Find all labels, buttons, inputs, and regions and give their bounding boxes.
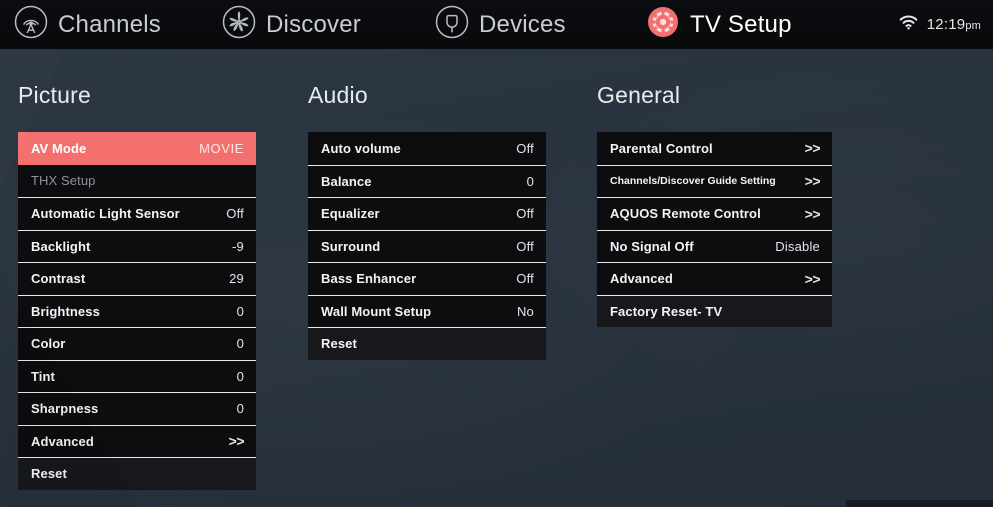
settings-row[interactable]: Surround Off <box>308 229 546 262</box>
clock: 12:19pm <box>927 16 981 33</box>
gear-icon <box>646 5 680 44</box>
settings-row[interactable]: Automatic Light Sensor Off <box>18 197 256 230</box>
settings-row[interactable]: Auto volume Off <box>308 132 546 165</box>
settings-row-label: Reset <box>321 336 357 352</box>
settings-row-value: Off <box>516 206 534 222</box>
settings-row-value: Disable <box>775 238 820 254</box>
settings-column-picture: Picture AV Mode MOVIE THX Setup Automatic L… <box>18 82 256 490</box>
nav-label-tv-setup: TV Setup <box>690 10 792 38</box>
settings-row-value: MOVIE <box>199 140 244 156</box>
settings-row-value: 29 <box>229 271 244 287</box>
settings-row-value: 0 <box>236 368 244 384</box>
nav-label-channels: Channels <box>58 10 162 38</box>
submenu-chevron-icon: >> <box>804 270 821 287</box>
submenu-chevron-icon: >> <box>228 433 245 450</box>
wifi-icon <box>899 15 918 35</box>
settings-row-value: Off <box>516 271 534 287</box>
settings-row-label: Backlight <box>31 238 91 254</box>
settings-column-audio: Audio Auto volume Off Balance 0 Equalizer Off… <box>308 82 546 360</box>
settings-row-value: No <box>516 303 534 319</box>
settings-row-label: Reset <box>31 466 67 482</box>
settings-row-label: Color <box>31 336 66 352</box>
column-title-audio: Audio <box>308 82 368 108</box>
tv-setup-screen: Channels Discover Devices TV Setup 12:19… <box>0 0 993 507</box>
settings-list-audio: Auto volume Off Balance 0 Equalizer Off Surrou… <box>308 132 546 360</box>
settings-row-label: Advanced <box>610 271 673 287</box>
settings-row[interactable]: Balance 0 <box>308 164 546 197</box>
nav-label-discover: Discover <box>266 10 361 38</box>
nav-item-devices[interactable]: Devices <box>435 0 566 49</box>
settings-row-label: AQUOS Remote Control <box>610 206 761 222</box>
settings-row-label: Contrast <box>31 271 86 287</box>
settings-row-label: Balance <box>321 173 372 189</box>
settings-row-value: Off <box>226 206 244 222</box>
settings-row-value: 0 <box>236 401 244 417</box>
settings-row-label: Factory Reset- TV <box>610 303 723 319</box>
settings-row[interactable]: Brightness 0 <box>18 294 256 327</box>
top-navigation-bar: Channels Discover Devices TV Setup 12:19… <box>0 0 993 49</box>
settings-row[interactable]: AV Mode MOVIE <box>18 132 256 165</box>
column-title-general: General <box>597 82 681 108</box>
nav-item-channels[interactable]: Channels <box>14 0 161 49</box>
settings-row-value: 0 <box>526 173 534 189</box>
settings-row[interactable]: Tint 0 <box>18 359 256 392</box>
settings-row-label: Tint <box>31 368 55 384</box>
submenu-chevron-icon: >> <box>804 140 821 157</box>
settings-row[interactable]: Advanced >> <box>18 424 256 457</box>
settings-row-label: AV Mode <box>31 140 87 156</box>
settings-row-label: Bass Enhancer <box>321 271 417 287</box>
pinwheel-flower-icon <box>222 5 256 44</box>
status-area: 12:19pm <box>899 0 981 49</box>
settings-row[interactable]: Backlight -9 <box>18 229 256 262</box>
settings-row-label: Brightness <box>31 303 100 319</box>
plug-connector-icon <box>435 5 469 44</box>
submenu-chevron-icon: >> <box>804 205 821 222</box>
settings-row-label: Sharpness <box>31 401 99 417</box>
nav-label-devices: Devices <box>479 10 566 38</box>
settings-list-general: Parental Control >> Channels/Discover Guid… <box>597 132 832 327</box>
settings-row[interactable]: Color 0 <box>18 327 256 360</box>
settings-row-label: Advanced <box>31 433 94 449</box>
settings-row-value: Off <box>516 238 534 254</box>
settings-row[interactable]: Bass Enhancer Off <box>308 262 546 295</box>
column-title-picture: Picture <box>18 82 91 108</box>
settings-row-value: 0 <box>236 303 244 319</box>
clock-time: 12:19 <box>926 16 966 33</box>
settings-row-label: Equalizer <box>321 206 380 222</box>
settings-row-value: -9 <box>232 238 244 254</box>
settings-row[interactable]: Sharpness 0 <box>18 392 256 425</box>
submenu-chevron-icon: >> <box>804 173 821 190</box>
settings-row[interactable]: Factory Reset- TV <box>597 294 832 327</box>
settings-row[interactable]: Wall Mount Setup No <box>308 294 546 327</box>
nav-item-discover[interactable]: Discover <box>222 0 361 49</box>
nav-item-tv-setup[interactable]: TV Setup <box>646 0 792 49</box>
settings-row[interactable]: Parental Control >> <box>597 132 832 165</box>
settings-row[interactable]: Contrast 29 <box>18 262 256 295</box>
settings-row-label: Wall Mount Setup <box>321 303 432 319</box>
settings-row-label: Surround <box>321 238 381 254</box>
settings-row-label: No Signal Off <box>610 238 694 254</box>
settings-row[interactable]: Reset <box>308 327 546 360</box>
settings-row-label: Parental Control <box>610 140 713 156</box>
settings-row-label: Auto volume <box>321 140 401 156</box>
clock-meridiem: pm <box>965 20 981 32</box>
settings-row[interactable]: THX Setup <box>18 164 256 197</box>
broadcast-antenna-icon <box>14 5 48 44</box>
settings-row[interactable]: No Signal Off Disable <box>597 229 832 262</box>
settings-row-label: Channels/Discover Guide Setting <box>610 175 776 188</box>
settings-row[interactable]: AQUOS Remote Control >> <box>597 197 832 230</box>
settings-row-value: Off <box>516 140 534 156</box>
settings-row[interactable]: Channels/Discover Guide Setting >> <box>597 164 832 197</box>
settings-row-value: 0 <box>236 336 244 352</box>
settings-row[interactable]: Equalizer Off <box>308 197 546 230</box>
bottom-edge-strip <box>846 500 993 507</box>
settings-row-label: THX Setup <box>31 173 96 189</box>
settings-list-picture: AV Mode MOVIE THX Setup Automatic Light Sen… <box>18 132 256 490</box>
settings-row[interactable]: Advanced >> <box>597 262 832 295</box>
settings-row[interactable]: Reset <box>18 457 256 490</box>
settings-row-label: Automatic Light Sensor <box>31 206 180 222</box>
settings-column-general: General Parental Control >> Channels/Disco… <box>597 82 832 327</box>
